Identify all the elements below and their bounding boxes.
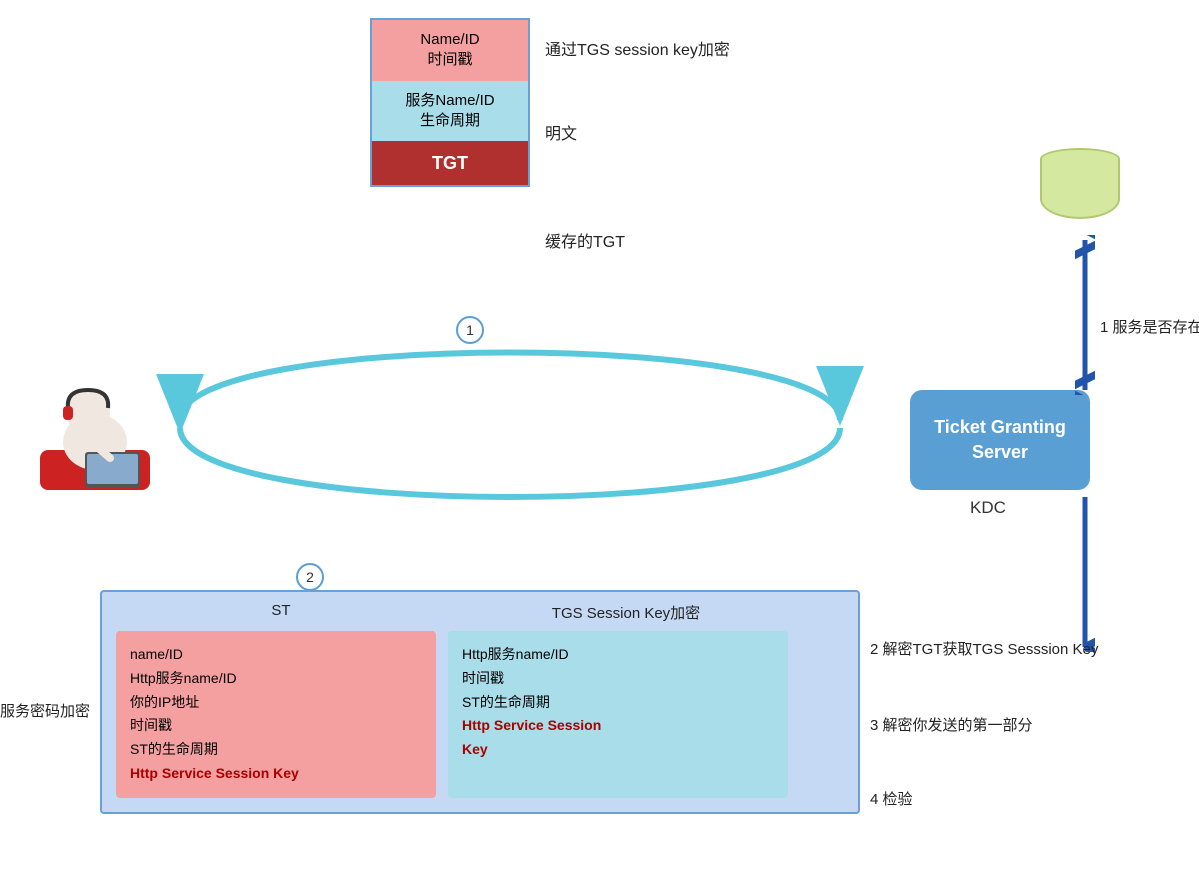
label-service-exist: 1 服务是否存在: [1100, 316, 1199, 337]
database-icon: [1040, 148, 1120, 238]
packet-diagram: Name/ID 时间戳 服务Name/ID 生命周期 TGT: [370, 18, 530, 187]
packet-row-servicename: 服务Name/ID 生命周期: [372, 81, 528, 142]
tgs-server-box: Ticket Granting Server: [910, 390, 1090, 490]
kdc-label: KDC: [970, 498, 1006, 518]
label-decrypt-tgt: 2 解密TGT获取TGS Sesssion Key: [870, 638, 1098, 659]
circle-label-1: 1: [456, 316, 484, 344]
tgs-session-key-box: Http服务name/ID 时间戳 ST的生命周期 Http Service S…: [448, 631, 788, 798]
label-verify: 4 检验: [870, 788, 913, 809]
oval-arrows: [100, 300, 920, 540]
packet-row-nameid: Name/ID 时间戳: [372, 20, 528, 81]
label-service-pw: 服务密码加密: [0, 700, 90, 721]
label-decrypt-first: 3 解密你发送的第一部分: [870, 714, 1033, 735]
circle-label-2: 2: [296, 563, 324, 591]
label-mingwen: 明文: [545, 120, 577, 144]
label-cached-tgt: 缓存的TGT: [545, 228, 625, 252]
bottom-panel: ST TGS Session Key加密 name/ID Http服务name/…: [100, 590, 860, 814]
bottom-header-st: ST: [116, 602, 446, 623]
packet-row-tgt: TGT: [372, 141, 528, 185]
label-tgs-session: 通过TGS session key加密: [545, 36, 730, 60]
bottom-header-tgs: TGS Session Key加密: [446, 602, 806, 623]
db-to-tgs-arrow: [1075, 235, 1095, 395]
user-figure: [30, 370, 160, 500]
tgs-down-arrow: [1075, 492, 1095, 652]
http-session-key-blue: Http Service Session Key: [462, 717, 601, 757]
http-session-key-pink: Http Service Session Key: [130, 765, 299, 781]
st-box: name/ID Http服务name/ID 你的IP地址 时间戳 ST的生命周期…: [116, 631, 436, 798]
